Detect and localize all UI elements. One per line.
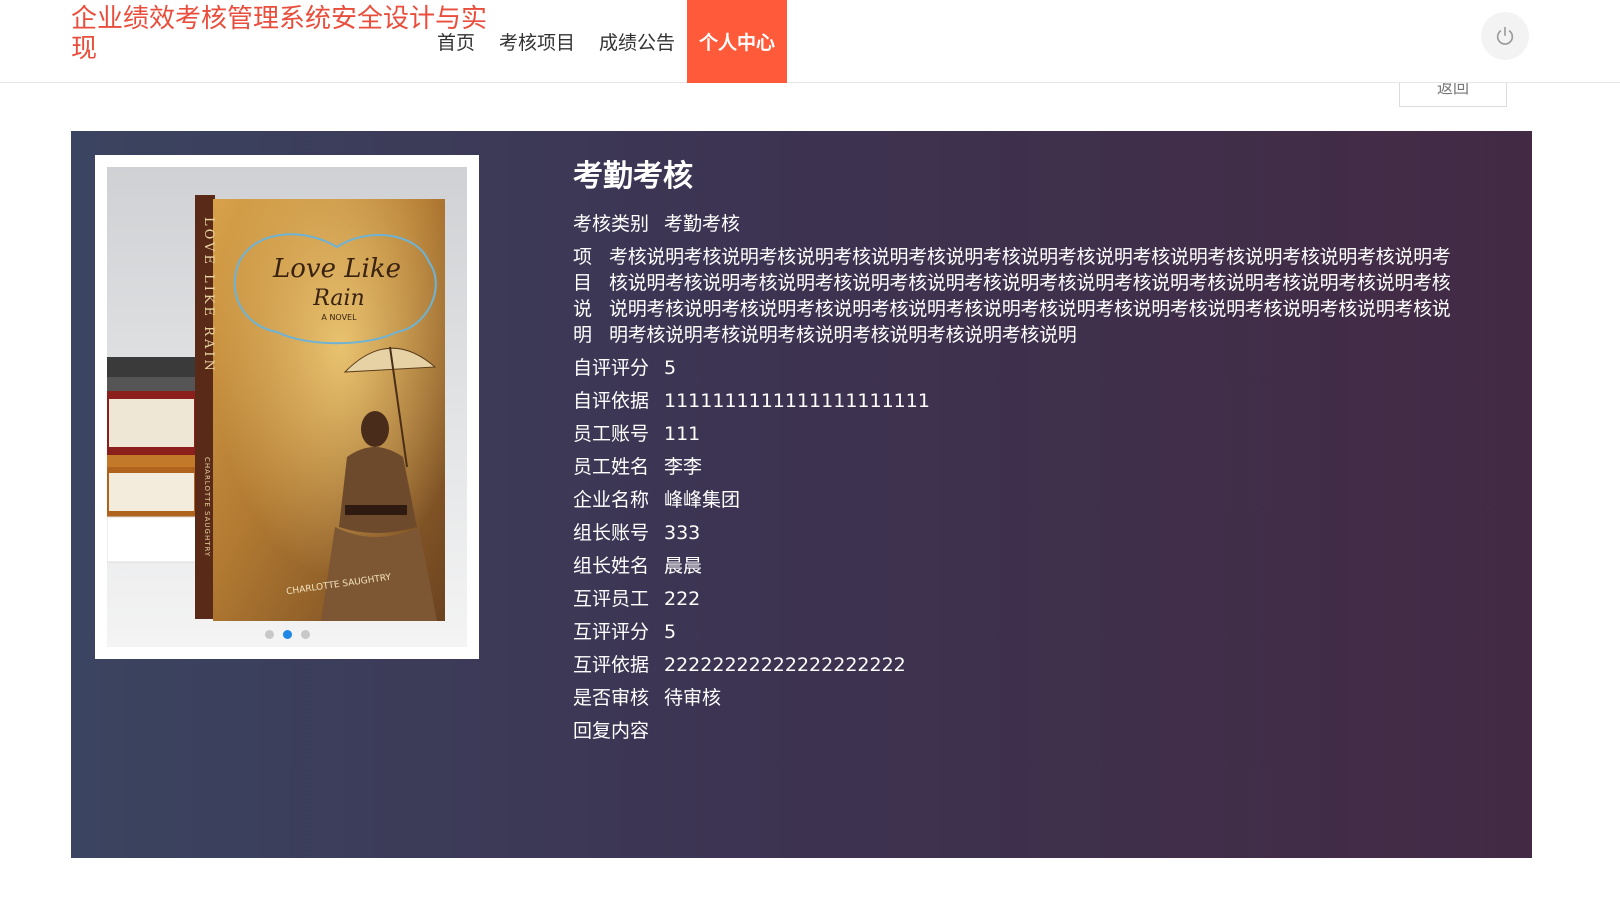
field-label: 员工账号 — [573, 423, 650, 445]
book-illustration: Love Like Rain A NOVEL CHARLOTTE SAUGHTR… — [107, 195, 445, 621]
field-label: 互评评分 — [573, 621, 650, 643]
field-value: 1111111111111111111111 — [664, 390, 930, 412]
carousel-indicators — [107, 630, 467, 639]
field-row: 互评评分 5 — [573, 619, 1453, 645]
field-value: 111 — [664, 423, 701, 445]
field-value: 待审核 — [664, 687, 722, 709]
book-spine-author: CHARLOTTE SAUGHTRY — [203, 457, 211, 557]
field-label: 互评员工 — [573, 588, 650, 610]
field-row: 考核类别 考勤考核 — [573, 211, 1453, 237]
field-row: 组长姓名 晨晨 — [573, 553, 1453, 579]
carousel-dot-active[interactable] — [282, 630, 292, 639]
field-label: 回复内容 — [573, 720, 650, 742]
nav-score-announcements[interactable]: 成绩公告 — [587, 0, 687, 83]
book-title-line2: Rain — [312, 286, 364, 311]
book-title-line1: Love Like — [272, 254, 401, 284]
field-label: 互评依据 — [573, 654, 650, 676]
field-label: 考核类别 — [573, 213, 650, 235]
detail-panel: Love Like Rain A NOVEL CHARLOTTE SAUGHTR… — [71, 131, 1532, 858]
nav-personal-center[interactable]: 个人中心 — [687, 0, 788, 83]
field-value: 李李 — [664, 456, 703, 478]
field-value: 222 — [664, 588, 701, 610]
field-value: 晨晨 — [664, 555, 703, 577]
carousel-dot[interactable] — [264, 630, 274, 639]
field-label: 组长姓名 — [573, 555, 650, 577]
field-value: 333 — [664, 522, 701, 544]
field-row: 员工账号 111 — [573, 421, 1453, 447]
nav-assessment-projects[interactable]: 考核项目 — [487, 0, 587, 83]
detail-info: 考勤考核 考核类别 考勤考核 项目说明 考核说明考核说明考核说明考核说明考核说明… — [573, 157, 1453, 751]
field-label: 组长账号 — [573, 522, 650, 544]
book-cover-image: Love Like Rain A NOVEL CHARLOTTE SAUGHTR… — [107, 167, 467, 647]
field-label: 企业名称 — [573, 489, 650, 511]
field-row: 是否审核 待审核 — [573, 685, 1453, 711]
field-value: 5 — [664, 357, 677, 379]
power-icon — [1496, 26, 1514, 45]
field-row: 员工姓名 李李 — [573, 454, 1453, 480]
field-row: 自评评分 5 — [573, 355, 1453, 381]
field-label: 是否审核 — [573, 687, 650, 709]
book-subtitle: A NOVEL — [321, 313, 357, 322]
field-value: 峰峰集团 — [664, 489, 741, 511]
carousel-dot[interactable] — [300, 630, 310, 639]
nav-home[interactable]: 首页 — [425, 0, 487, 83]
field-value: 考勤考核 — [664, 213, 741, 235]
field-value: 考核说明考核说明考核说明考核说明考核说明考核说明考核说明考核说明考核说明考核说明… — [609, 246, 1451, 346]
field-row-description: 项目说明 考核说明考核说明考核说明考核说明考核说明考核说明考核说明考核说明考核说… — [573, 244, 1453, 348]
field-row: 组长账号 333 — [573, 520, 1453, 546]
field-label: 自评评分 — [573, 357, 650, 379]
field-label: 项目说明 — [573, 246, 593, 346]
field-row: 自评依据 1111111111111111111111 — [573, 388, 1453, 414]
field-row: 企业名称 峰峰集团 — [573, 487, 1453, 513]
field-value: 5 — [664, 621, 677, 643]
field-value: 22222222222222222222 — [664, 654, 906, 676]
main-nav: 首页 考核项目 成绩公告 个人中心 — [425, 0, 788, 83]
field-label: 自评依据 — [573, 390, 650, 412]
field-row: 互评员工 222 — [573, 586, 1453, 612]
field-row: 回复内容 — [573, 718, 1453, 744]
field-row: 互评依据 22222222222222222222 — [573, 652, 1453, 678]
book-spine-title: LOVE LIKE RAIN — [201, 217, 216, 374]
top-header: 企业绩效考核管理系统安全设计与实现 首页 考核项目 成绩公告 个人中心 — [0, 0, 1620, 83]
logout-button[interactable] — [1481, 12, 1529, 60]
image-carousel[interactable]: Love Like Rain A NOVEL CHARLOTTE SAUGHTR… — [95, 155, 479, 659]
field-label: 员工姓名 — [573, 456, 650, 478]
field-value — [664, 718, 1453, 744]
detail-title: 考勤考核 — [573, 159, 693, 194]
